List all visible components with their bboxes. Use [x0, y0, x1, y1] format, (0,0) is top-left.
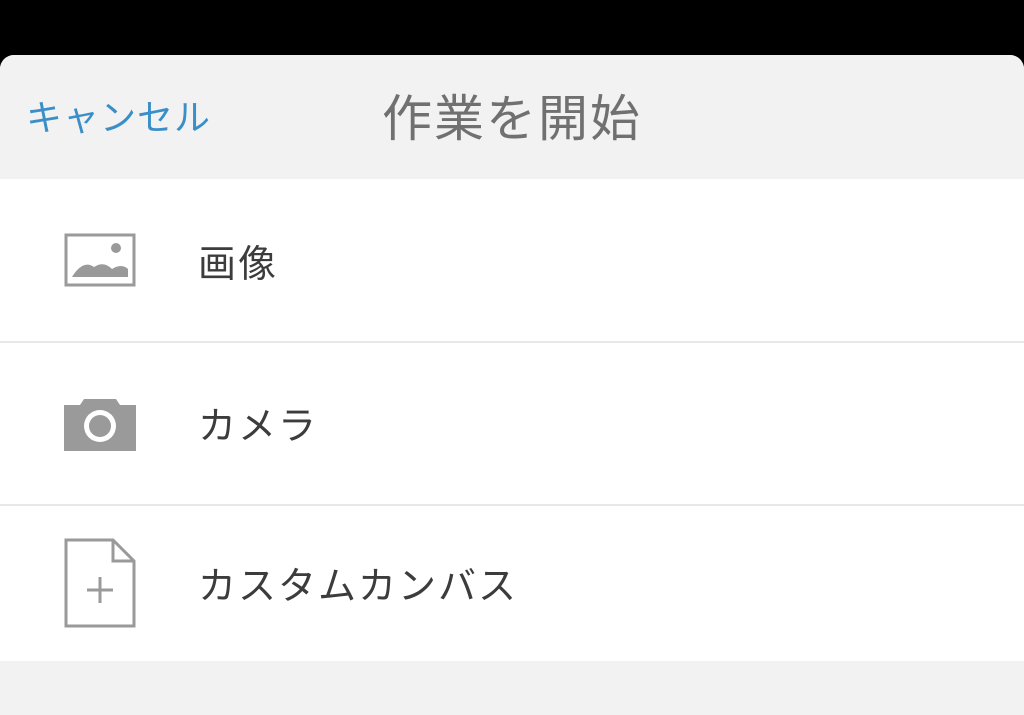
- status-bar-area: [0, 0, 1024, 60]
- new-document-icon: [60, 533, 140, 633]
- sheet-header: キャンセル 作業を開始: [0, 55, 1024, 179]
- sheet-footer: [0, 661, 1024, 715]
- menu-list: 画像 カメラ カスタムカンバス: [0, 179, 1024, 661]
- menu-item-label: カスタムカンバス: [198, 564, 519, 608]
- menu-item-image[interactable]: 画像: [0, 179, 1024, 341]
- camera-icon: [60, 373, 140, 473]
- menu-item-label: 画像: [198, 241, 279, 286]
- menu-item-label: カメラ: [198, 404, 319, 448]
- menu-item-camera[interactable]: カメラ: [0, 341, 1024, 504]
- sheet-title: 作業を開始: [382, 90, 642, 148]
- action-sheet: キャンセル 作業を開始 画像 カメラ カスタムカンバス: [0, 55, 1024, 715]
- menu-item-custom-canvas[interactable]: カスタムカンバス: [0, 504, 1024, 661]
- image-icon: [60, 210, 140, 310]
